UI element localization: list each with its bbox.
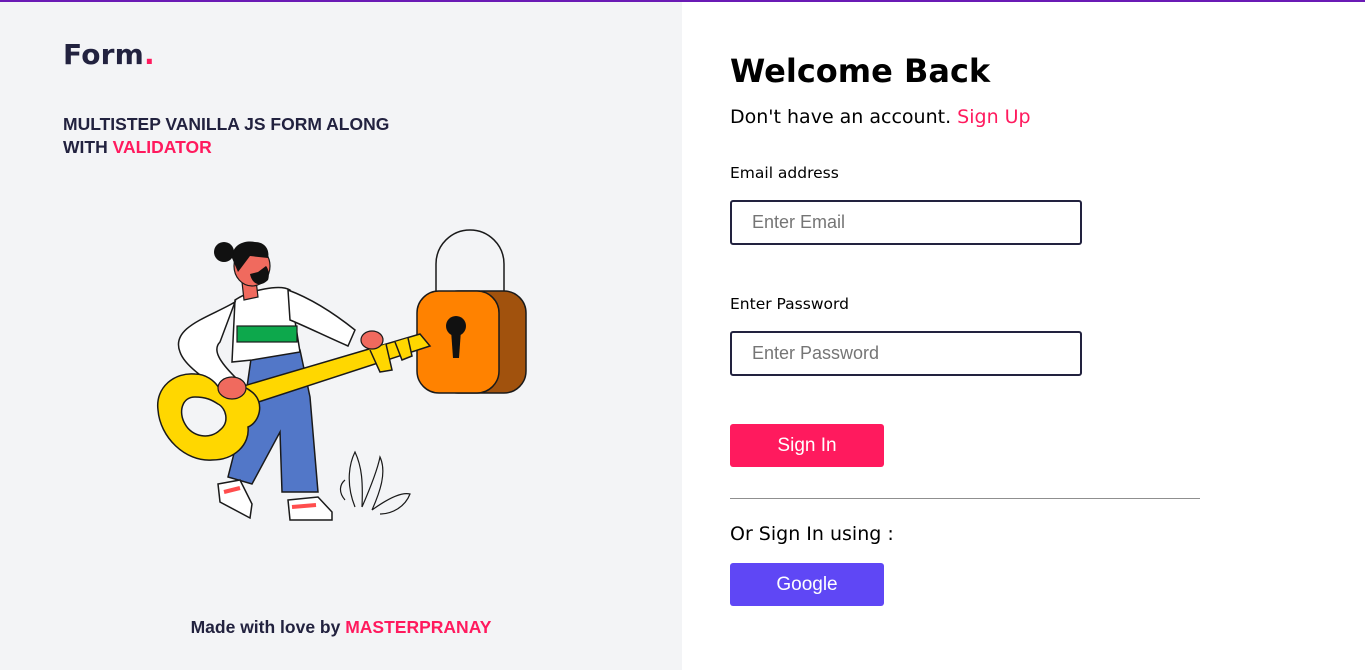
login-panel: Welcome Back Don't have an account. Sign… — [682, 2, 1365, 670]
password-label: Enter Password — [730, 295, 849, 313]
logo: Form. — [63, 38, 155, 71]
tagline-accent: VALIDATOR — [112, 137, 212, 157]
logo-text: Form — [63, 38, 145, 71]
divider — [730, 498, 1200, 499]
logo-dot: . — [144, 38, 155, 71]
person-with-key-and-padlock-illustration — [157, 229, 527, 521]
signup-prompt: Don't have an account. Sign Up — [730, 106, 1031, 128]
sign-in-button[interactable]: Sign In — [730, 424, 884, 467]
tagline-line1: MULTISTEP VANILLA JS FORM ALONG — [63, 114, 390, 134]
email-label: Email address — [730, 164, 839, 182]
footer-author: MASTERPRANAY — [345, 617, 492, 637]
tagline: MULTISTEP VANILLA JS FORM ALONG WITH VAL… — [63, 113, 423, 159]
tagline-line2: WITH — [63, 137, 113, 157]
page-title: Welcome Back — [730, 52, 991, 90]
footer-text: Made with love by — [190, 617, 346, 637]
footer-credit: Made with love by MASTERPRANAY — [0, 617, 682, 638]
google-button[interactable]: Google — [730, 563, 884, 606]
signup-prompt-text: Don't have an account. — [730, 106, 958, 128]
password-input[interactable] — [730, 331, 1082, 376]
signup-link[interactable]: Sign Up — [957, 106, 1030, 128]
alt-signin-text: Or Sign In using : — [730, 523, 894, 545]
email-input[interactable] — [730, 200, 1082, 245]
left-panel: Form. MULTISTEP VANILLA JS FORM ALONG WI… — [0, 2, 682, 670]
